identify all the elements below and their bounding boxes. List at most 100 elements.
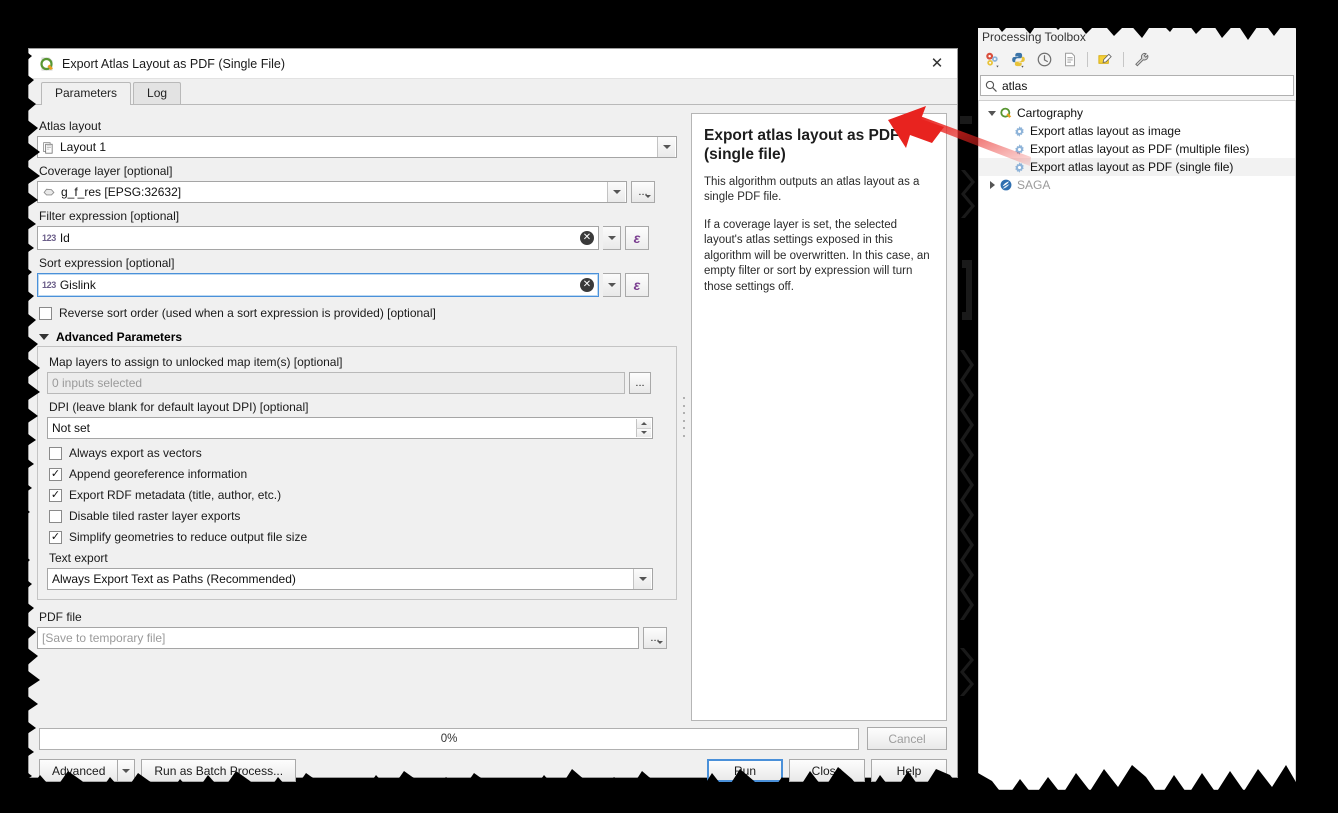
processing-toolbox-toolbar xyxy=(978,47,1296,73)
chevron-down-icon[interactable] xyxy=(633,569,651,589)
stepper-down-icon[interactable] xyxy=(636,429,651,438)
disable-tiled-checkbox[interactable] xyxy=(49,510,62,523)
filter-expression-input[interactable]: 123 Id ✕ xyxy=(37,226,599,250)
simplify-geometries-row[interactable]: Simplify geometries to reduce output fil… xyxy=(49,530,667,544)
append-georeference-row[interactable]: Append georeference information xyxy=(49,467,667,481)
algorithm-help-panel: Export atlas layout as PDF (single file)… xyxy=(691,113,947,721)
chevron-down-icon[interactable] xyxy=(607,182,625,202)
advanced-parameters-toggle[interactable]: Advanced Parameters xyxy=(39,330,677,344)
dpi-label: DPI (leave blank for default layout DPI)… xyxy=(49,400,667,414)
pane-splitter[interactable] xyxy=(677,113,691,721)
search-input[interactable]: atlas xyxy=(980,75,1294,96)
pdf-file-input[interactable]: [Save to temporary file] xyxy=(37,627,639,649)
epsilon-icon[interactable]: ε xyxy=(625,273,649,297)
map-layers-browse-button[interactable]: ... xyxy=(629,372,651,394)
processing-toolbox-title: Processing Toolbox xyxy=(978,28,1296,47)
atlas-layout-row: Layout 1 xyxy=(37,136,677,158)
progress-value: 0% xyxy=(441,733,458,745)
run-button[interactable]: Run xyxy=(707,759,783,782)
algorithm-gear-icon xyxy=(1013,125,1026,138)
history-icon[interactable] xyxy=(1036,51,1053,68)
tree-item-label: Export atlas layout as PDF (multiple fil… xyxy=(1030,142,1249,156)
export-rdf-label: Export RDF metadata (title, author, etc.… xyxy=(69,488,281,502)
tree-item-export-atlas-image[interactable]: Export atlas layout as image xyxy=(979,122,1295,140)
disable-tiled-row[interactable]: Disable tiled raster layer exports xyxy=(49,509,667,523)
tree-item-export-atlas-pdf-single[interactable]: Export atlas layout as PDF (single file) xyxy=(979,158,1295,176)
parameters-pane: Atlas layout Layout 1 Coverage layer [op… xyxy=(37,113,677,721)
reverse-sort-row[interactable]: Reverse sort order (used when a sort exp… xyxy=(39,306,677,320)
coverage-layer-browse-button[interactable]: ... xyxy=(631,181,655,203)
pdf-file-browse-button[interactable]: ... xyxy=(643,627,667,649)
dpi-input[interactable]: Not set xyxy=(47,417,653,439)
tab-log[interactable]: Log xyxy=(133,82,181,104)
tree-group-cartography[interactable]: Cartography xyxy=(979,104,1295,122)
layout-page-icon xyxy=(42,141,55,154)
progress-bar: 0% xyxy=(39,728,859,750)
help-button[interactable]: Help xyxy=(871,759,947,782)
atlas-layout-value: Layout 1 xyxy=(60,140,106,154)
edit-model-icon[interactable] xyxy=(1097,51,1114,68)
epsilon-icon[interactable]: ε xyxy=(625,226,649,250)
always-vectors-row[interactable]: Always export as vectors xyxy=(49,446,667,460)
map-layers-label: Map layers to assign to unlocked map ite… xyxy=(49,355,667,369)
expand-arrow-icon[interactable] xyxy=(985,111,999,116)
export-rdf-row[interactable]: Export RDF metadata (title, author, etc.… xyxy=(49,488,667,502)
reverse-sort-checkbox[interactable] xyxy=(39,307,52,320)
tab-parameters[interactable]: Parameters xyxy=(41,82,131,105)
filter-expression-dropdown[interactable] xyxy=(603,226,621,250)
cancel-button[interactable]: Cancel xyxy=(867,727,947,750)
field-type-prefix: 123 xyxy=(42,280,56,290)
map-layers-row: 0 inputs selected ... xyxy=(47,372,667,394)
close-icon[interactable]: ✕ xyxy=(923,52,951,76)
results-icon[interactable] xyxy=(1062,51,1078,68)
help-title: Export atlas layout as PDF (single file) xyxy=(704,126,934,165)
sort-expression-dropdown[interactable] xyxy=(603,273,621,297)
tree-item-export-atlas-pdf-multiple[interactable]: Export atlas layout as PDF (multiple fil… xyxy=(979,140,1295,158)
simplify-geometries-label: Simplify geometries to reduce output fil… xyxy=(69,530,307,544)
close-button[interactable]: Close xyxy=(789,759,865,782)
export-rdf-checkbox[interactable] xyxy=(49,489,62,502)
advanced-parameters-group: Map layers to assign to unlocked map ite… xyxy=(37,346,677,600)
options-icon[interactable] xyxy=(1133,51,1150,68)
qgis-provider-icon xyxy=(999,106,1013,120)
text-export-value: Always Export Text as Paths (Recommended… xyxy=(52,572,296,586)
filter-expression-row: 123 Id ✕ ε xyxy=(37,226,677,250)
text-export-label: Text export xyxy=(49,551,667,565)
advanced-button-group[interactable]: Advanced xyxy=(39,759,135,782)
always-vectors-checkbox[interactable] xyxy=(49,447,62,460)
coverage-layer-row: g_f_res [EPSG:32632] ... xyxy=(37,181,677,203)
reverse-sort-label: Reverse sort order (used when a sort exp… xyxy=(59,306,436,320)
atlas-layout-combo[interactable]: Layout 1 xyxy=(37,136,677,158)
coverage-layer-label: Coverage layer [optional] xyxy=(39,164,677,178)
advanced-button[interactable]: Advanced xyxy=(39,759,117,782)
dialog-title: Export Atlas Layout as PDF (Single File) xyxy=(62,57,923,71)
tree-group-saga[interactable]: SAGA xyxy=(979,176,1295,194)
tree-item-label: Cartography xyxy=(1017,106,1083,120)
dialog-button-row: Advanced Run as Batch Process... Run Clo… xyxy=(29,750,957,782)
run-as-batch-button[interactable]: Run as Batch Process... xyxy=(141,759,296,782)
append-georeference-checkbox[interactable] xyxy=(49,468,62,481)
clear-icon[interactable]: ✕ xyxy=(580,231,594,245)
dpi-value: Not set xyxy=(52,421,90,435)
sort-expression-input[interactable]: 123 Gislink ✕ xyxy=(37,273,599,297)
field-type-prefix: 123 xyxy=(42,233,56,243)
python-script-icon[interactable] xyxy=(1010,51,1027,68)
expand-arrow-icon[interactable] xyxy=(985,181,999,189)
simplify-geometries-checkbox[interactable] xyxy=(49,531,62,544)
dialog-tabs: Parameters Log xyxy=(29,79,957,105)
clear-icon[interactable]: ✕ xyxy=(580,278,594,292)
text-export-combo[interactable]: Always Export Text as Paths (Recommended… xyxy=(47,568,653,590)
models-icon[interactable] xyxy=(984,51,1001,68)
dpi-row: Not set xyxy=(47,417,667,439)
map-layers-input[interactable]: 0 inputs selected xyxy=(47,372,625,394)
map-layers-value: 0 inputs selected xyxy=(52,376,142,390)
dpi-stepper[interactable] xyxy=(636,419,651,437)
dialog-titlebar: Export Atlas Layout as PDF (Single File)… xyxy=(29,49,957,79)
advanced-dropdown-icon[interactable] xyxy=(117,759,135,782)
tree-item-label: Export atlas layout as image xyxy=(1030,124,1181,138)
processing-toolbox-panel: Processing Toolbox xyxy=(978,28,1296,790)
algorithm-gear-icon xyxy=(1013,143,1026,156)
stepper-up-icon[interactable] xyxy=(636,419,651,429)
chevron-down-icon[interactable] xyxy=(657,137,675,157)
coverage-layer-combo[interactable]: g_f_res [EPSG:32632] xyxy=(37,181,627,203)
